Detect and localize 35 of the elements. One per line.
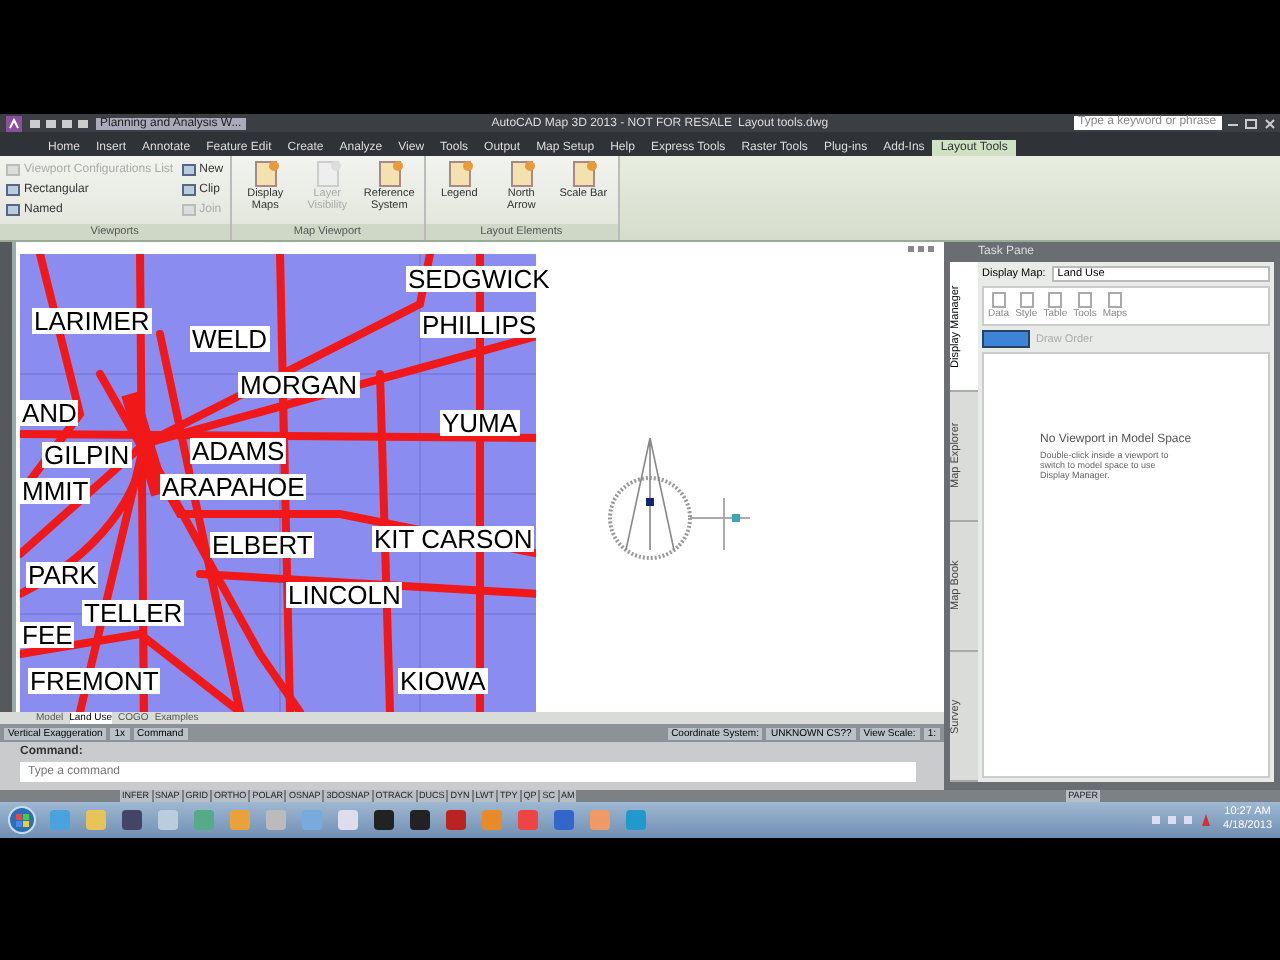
app-icon[interactable] [120, 808, 144, 832]
map-tool-icon [313, 160, 342, 188]
app-logo-icon[interactable] [4, 115, 24, 131]
county-label: FEE [20, 622, 75, 648]
county-label: KIOWA [398, 668, 488, 694]
county-label: ADAMS [190, 438, 287, 464]
toolbar-icon[interactable] [30, 117, 90, 129]
map-tool-icon [507, 160, 536, 188]
add-layer-button[interactable] [982, 330, 1030, 348]
county-label: MORGAN [238, 372, 359, 398]
start-orb-icon[interactable] [8, 806, 36, 834]
county-label: PARK [26, 562, 99, 588]
county-label: AND [20, 400, 79, 426]
county-label: YUMA [440, 410, 520, 436]
map-tool-icon [251, 160, 280, 188]
county-label: GILPIN [42, 442, 132, 468]
viewport-controls-icon[interactable] [908, 244, 936, 254]
county-label: WELD [190, 326, 270, 352]
county-label: TELLER [82, 600, 185, 626]
map-tool-icon [569, 160, 598, 188]
window-controls-icon[interactable] [1228, 117, 1276, 129]
county-label: LARIMER [32, 308, 152, 334]
tray-icon[interactable] [1151, 812, 1212, 828]
app-icon[interactable] [408, 808, 432, 832]
county-label: MMIT [20, 478, 91, 504]
county-label: SEDGWICK [406, 266, 552, 292]
county-label: ELBERT [210, 532, 315, 558]
map-tool-icon [375, 160, 404, 188]
county-label: PHILLIPS [420, 312, 539, 338]
county-label: LINCOLN [286, 582, 403, 608]
county-label: KIT CARSON [372, 526, 535, 552]
app-icon[interactable] [372, 808, 396, 832]
map-tool-icon [445, 160, 474, 188]
county-label: FREMONT [28, 668, 161, 694]
county-label: ARAPAHOE [160, 474, 307, 500]
